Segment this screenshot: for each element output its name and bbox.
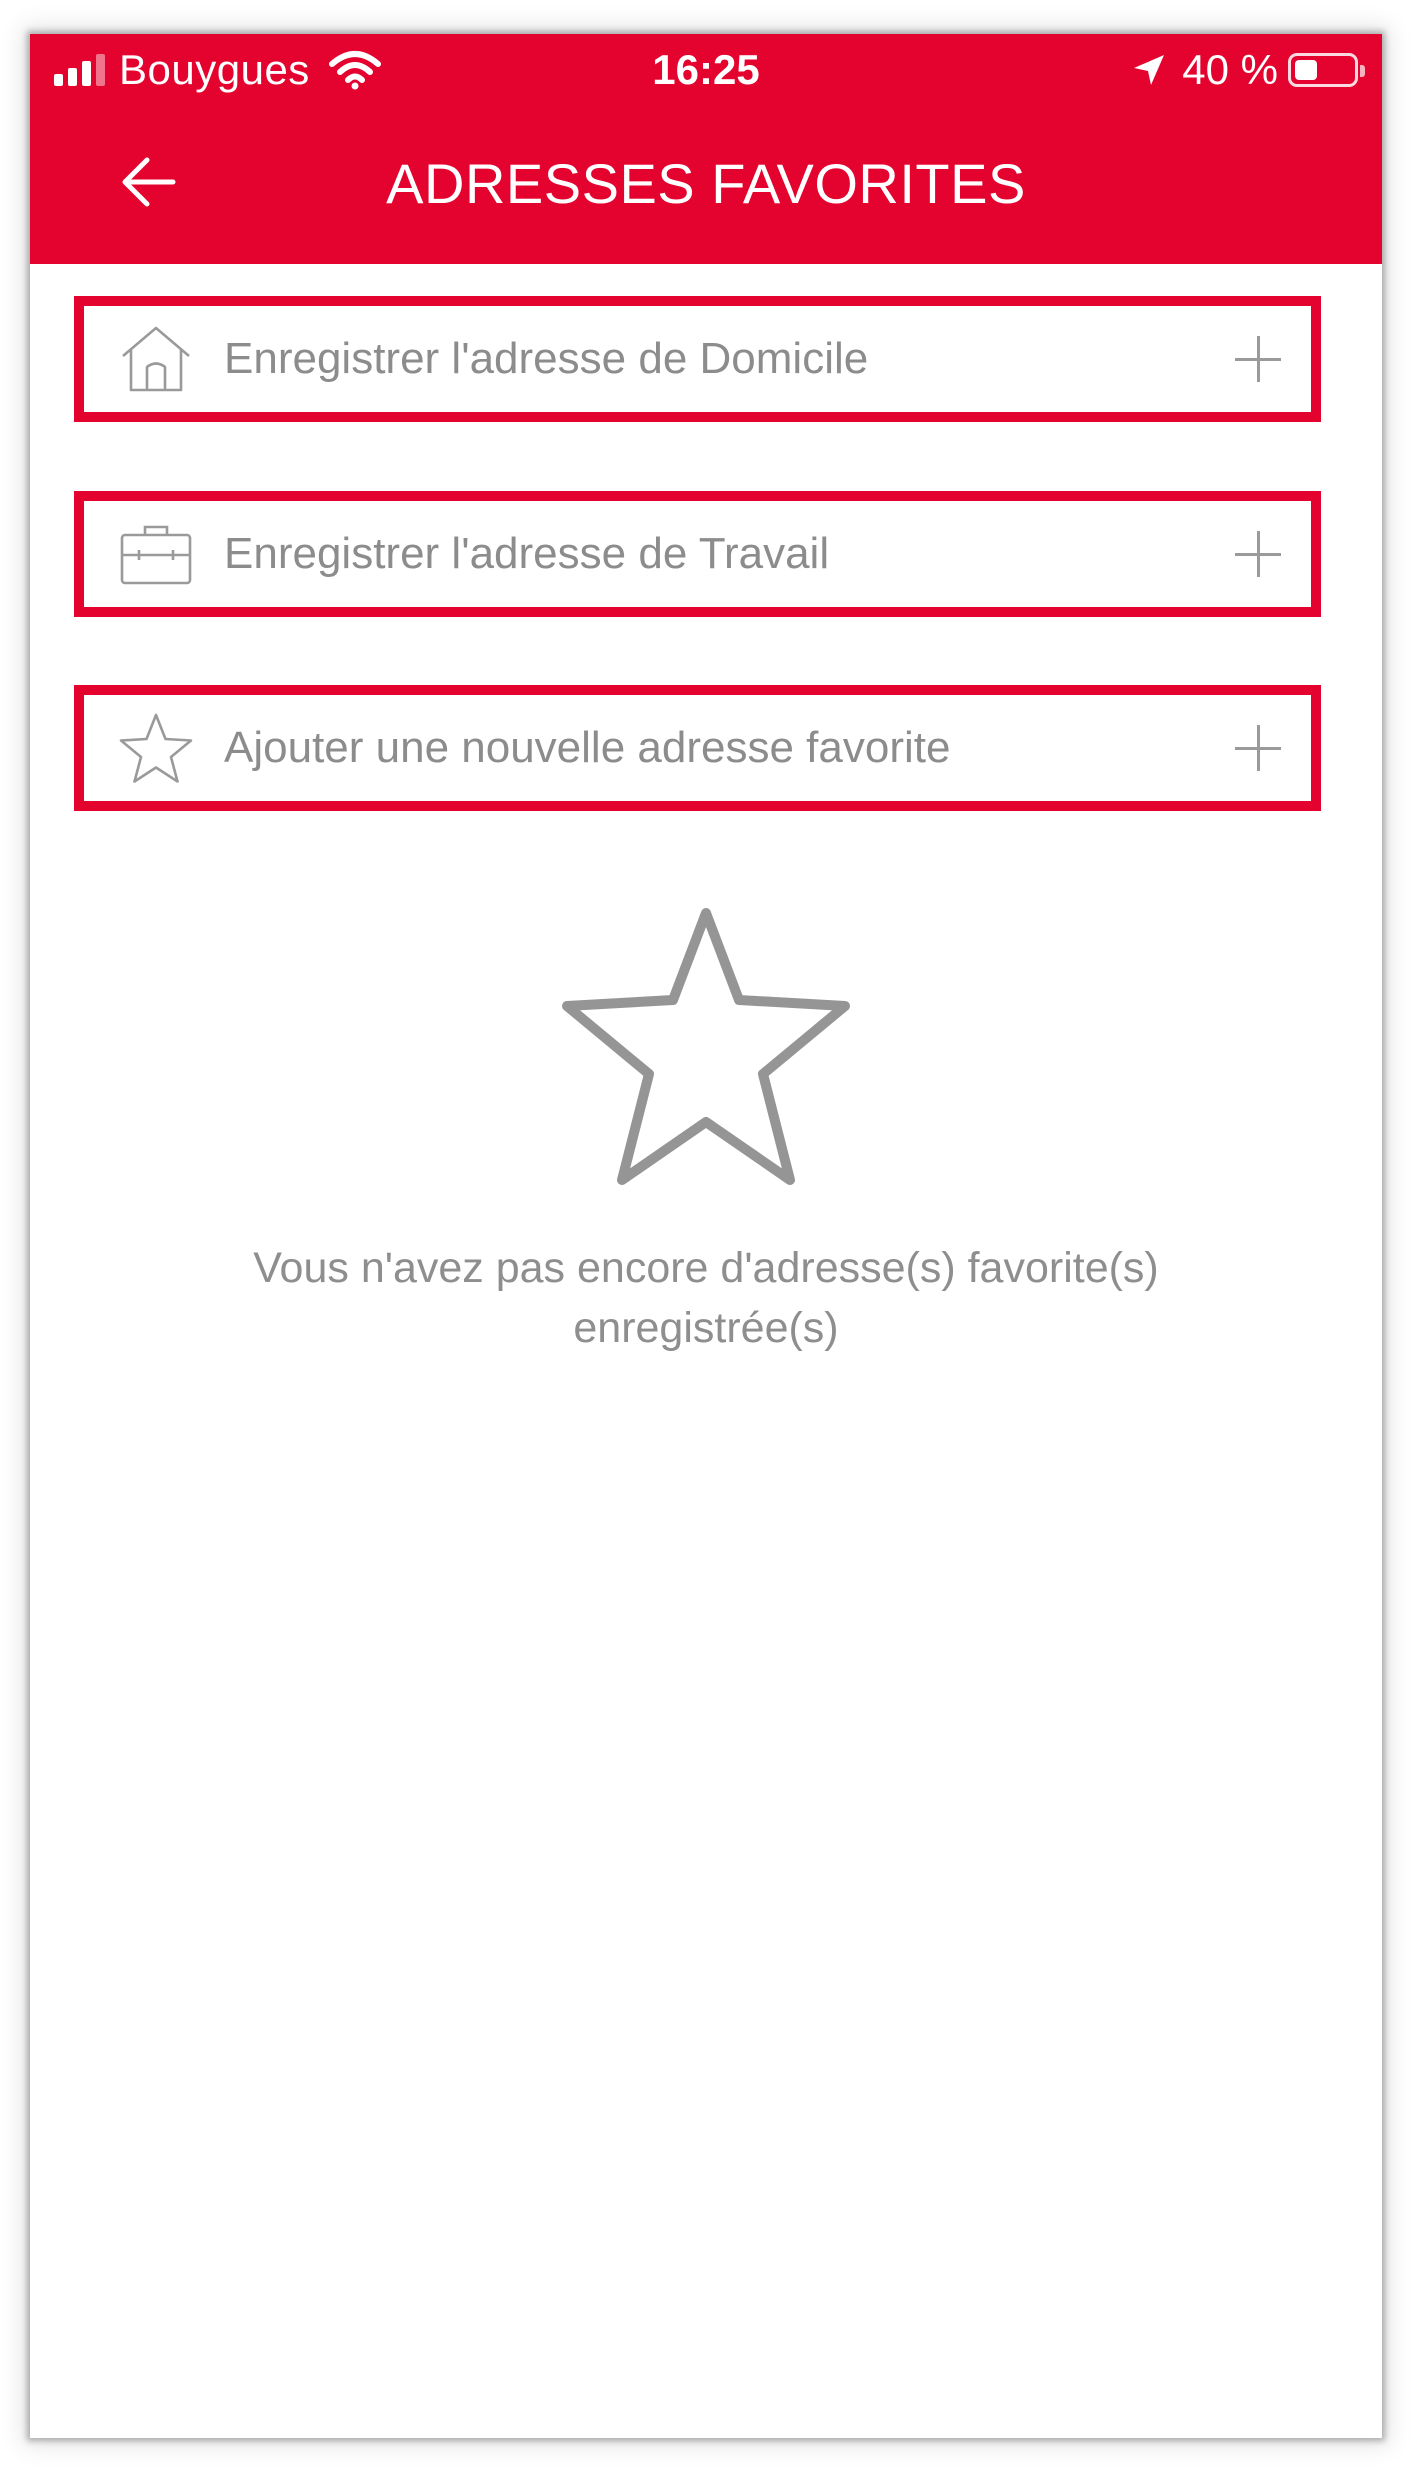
page-title: ADRESSES FAVORITES [386, 152, 1026, 215]
star-icon [116, 708, 196, 788]
save-work-address-row[interactable]: Enregistrer l'adresse de Travail [74, 491, 1321, 617]
briefcase-icon [116, 514, 196, 594]
location-arrow-icon [1134, 55, 1165, 85]
empty-state-message: Vous n'avez pas encore d'adresse(s) favo… [180, 1238, 1232, 1358]
add-favorite-address-row[interactable]: Ajouter une nouvelle adresse favorite [74, 685, 1321, 811]
row-label: Enregistrer l'adresse de Travail [224, 529, 830, 578]
empty-state-line-2: enregistrée(s) [573, 1304, 839, 1352]
plus-icon[interactable] [1235, 531, 1281, 577]
plus-icon[interactable] [1235, 336, 1281, 382]
battery-percentage: 40 % [1182, 46, 1278, 93]
empty-state-line-1: Vous n'avez pas encore d'adresse(s) favo… [253, 1244, 1159, 1292]
row-label: Ajouter une nouvelle adresse favorite [224, 723, 951, 772]
page: Bouygues 16:25 40 % ADRESSES FAVORITES E… [0, 0, 1410, 2471]
battery-level-fill [1295, 60, 1317, 80]
battery-icon [1288, 53, 1365, 87]
phone-screen: Bouygues 16:25 40 % ADRESSES FAVORITES E… [30, 34, 1382, 2438]
star-outline-icon [562, 908, 850, 1185]
home-icon [116, 319, 196, 399]
save-home-address-row[interactable]: Enregistrer l'adresse de Domicile [74, 296, 1321, 422]
row-label: Enregistrer l'adresse de Domicile [224, 334, 869, 383]
app-header: Bouygues 16:25 40 % ADRESSES FAVORITES [30, 34, 1382, 264]
status-bar-right: 40 % [1130, 44, 1365, 96]
plus-icon[interactable] [1235, 725, 1281, 771]
battery-tip [1360, 65, 1365, 77]
